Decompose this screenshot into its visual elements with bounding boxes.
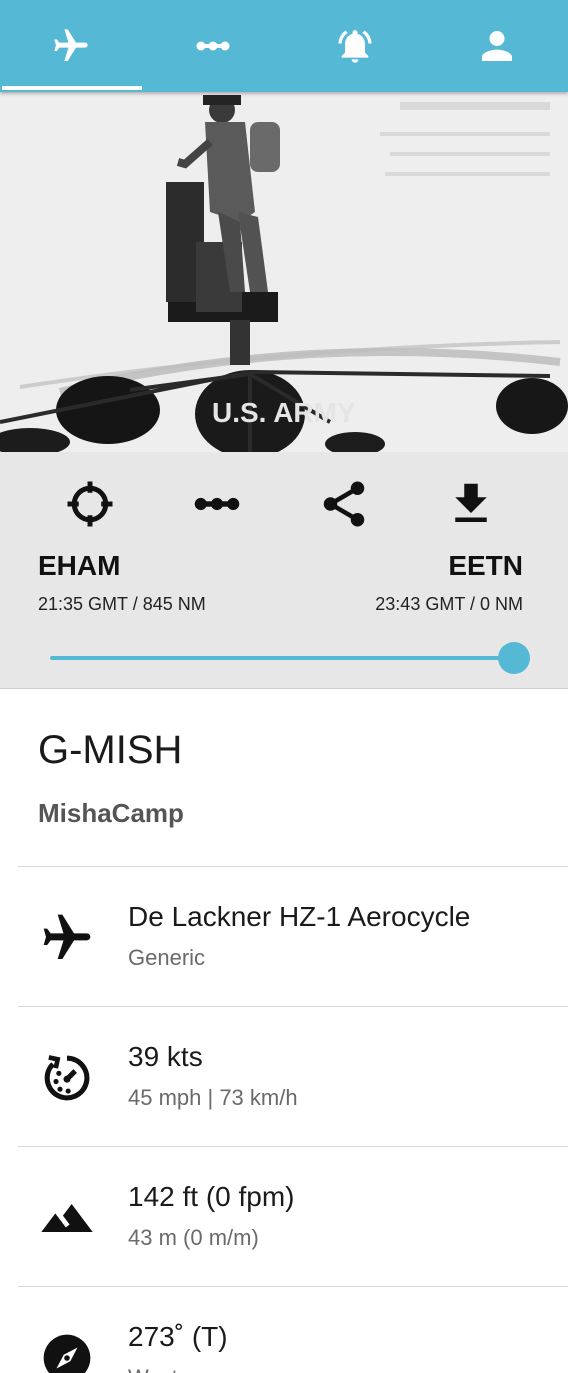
- bell-icon: [338, 30, 372, 63]
- aircraft-photo: U.S. ARMY: [0, 92, 568, 452]
- route-panel: EHAM 21:35 GMT / 845 NM EETN 23:43 GMT /…: [0, 452, 568, 689]
- flight-progress-track: [50, 656, 514, 660]
- detail-row-speed: 39 kts 45 mph | 73 km/h: [0, 1007, 568, 1147]
- download-icon: [455, 483, 487, 522]
- download-button[interactable]: [441, 474, 501, 534]
- mountain-icon: [38, 1189, 96, 1247]
- detail-row-altitude: 142 ft (0 fpm) 43 m (0 m/m): [0, 1147, 568, 1287]
- origin-code: EHAM: [38, 550, 121, 581]
- photo-marking: U.S. ARMY: [212, 397, 356, 428]
- compass-icon: [38, 1329, 96, 1373]
- aircraft-variant: Generic: [128, 945, 206, 970]
- detail-row-heading: 273˚ (T) West: [0, 1287, 568, 1373]
- crosshair-icon: [67, 481, 113, 527]
- heading-degrees: 273˚ (T): [128, 1321, 228, 1352]
- detail-row-aircraft: De Lackner HZ-1 Aerocycle Generic: [0, 867, 568, 1007]
- tab-profile[interactable]: [426, 0, 568, 92]
- share-button[interactable]: [314, 474, 374, 534]
- airplane-icon: [38, 909, 96, 967]
- user-icon: [482, 31, 512, 61]
- aircraft-type: De Lackner HZ-1 Aerocycle: [128, 901, 471, 932]
- airplane-icon: [54, 29, 88, 61]
- speed-icon: [38, 1049, 96, 1107]
- airline-name: MishaCamp: [38, 798, 184, 828]
- share-icon: [323, 481, 365, 527]
- locate-button[interactable]: [60, 474, 120, 534]
- route-icon: [196, 41, 230, 51]
- speed-conversions: 45 mph | 73 km/h: [128, 1085, 298, 1110]
- tab-route[interactable]: [142, 0, 284, 92]
- tab-alerts[interactable]: [284, 0, 426, 92]
- flight-progress-knob[interactable]: [498, 642, 530, 674]
- origin-detail: 21:35 GMT / 845 NM: [38, 594, 206, 614]
- top-tab-bar: [0, 0, 568, 92]
- altitude-meters: 43 m (0 m/m): [128, 1225, 259, 1250]
- heading-direction: West: [128, 1365, 178, 1373]
- altitude-feet: 142 ft (0 fpm): [128, 1181, 295, 1212]
- speed-knots: 39 kts: [128, 1041, 203, 1072]
- route-button[interactable]: [187, 474, 247, 534]
- route-icon: [194, 497, 240, 511]
- tab-flight[interactable]: [0, 0, 142, 92]
- destination-code: EETN: [448, 550, 523, 581]
- destination-detail: 23:43 GMT / 0 NM: [375, 594, 523, 614]
- registration: G-MISH: [38, 728, 183, 772]
